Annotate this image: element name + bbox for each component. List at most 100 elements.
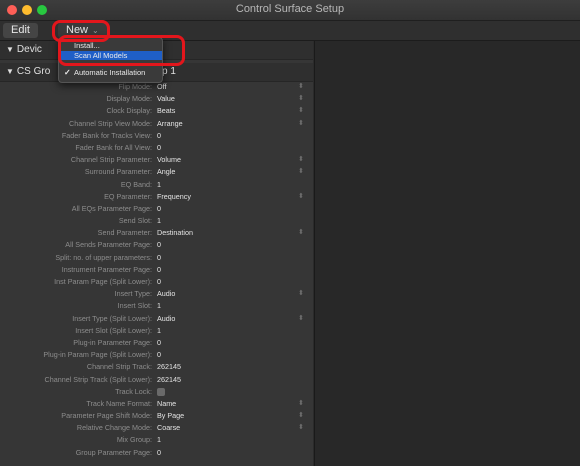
parameter-label: Insert Type:	[114, 289, 152, 299]
parameter-label: Channel Strip Track:	[86, 362, 152, 372]
parameter-label: Display Mode:	[106, 94, 152, 104]
parameter-popup[interactable]: Audio	[157, 313, 175, 325]
disclosure-triangle-icon: ▼	[6, 67, 14, 76]
parameter-value[interactable]: 1	[157, 300, 161, 312]
parameter-row: Plug-in Param Page (Split Lower): 0	[0, 349, 313, 361]
parameter-label: Send Slot:	[118, 216, 152, 226]
checkbox-icon	[157, 387, 165, 396]
parameter-label: EQ Band:	[120, 179, 152, 189]
parameter-popup[interactable]: Coarse	[157, 422, 180, 434]
parameter-row: Insert Type (Split Lower): Audio ⬍	[0, 313, 313, 325]
parameter-value[interactable]: 0	[157, 203, 161, 215]
parameter-value[interactable]: 1	[157, 215, 161, 227]
parameter-label: Track Name Format:	[86, 398, 152, 408]
parameter-label: Split: no. of upper parameters:	[55, 252, 152, 262]
parameter-label: Channel Strip Track (Split Lower):	[44, 374, 152, 384]
parameter-popup[interactable]: Audio	[157, 288, 175, 300]
track-lock-checkbox[interactable]	[157, 386, 165, 398]
parameter-label: Plug-in Parameter Page:	[73, 337, 152, 347]
parameter-row: Channel Strip Track: 262145	[0, 361, 313, 373]
popup-arrows-icon: ⬍	[298, 107, 304, 115]
parameter-label: Plug-in Param Page (Split Lower):	[43, 350, 152, 360]
parameter-popup[interactable]: Beats	[157, 105, 175, 117]
parameter-label: Group Parameter Page:	[75, 447, 152, 457]
parameter-label: Inst Param Page (Split Lower):	[54, 277, 152, 286]
parameter-value[interactable]: 262145	[157, 374, 181, 386]
parameter-label: Parameter Page Shift Mode:	[61, 411, 152, 421]
parameter-row: Group Parameter Page: 0	[0, 447, 313, 459]
parameter-popup[interactable]: Arrange	[157, 118, 183, 130]
parameter-row: Channel Strip Parameter: Volume ⬍	[0, 154, 313, 166]
edit-menu[interactable]: Edit	[3, 23, 38, 38]
parameter-label: All Sends Parameter Page:	[65, 240, 152, 250]
parameter-value[interactable]: 0	[157, 239, 161, 251]
parameter-label: Insert Type (Split Lower):	[72, 313, 152, 323]
parameter-popup[interactable]: By Page	[157, 410, 184, 422]
parameter-row: Plug-in Parameter Page: 0	[0, 337, 313, 349]
parameter-row: Insert Slot: 1	[0, 300, 313, 312]
parameter-value[interactable]: 0	[157, 337, 161, 349]
parameter-label: Insert Slot:	[117, 301, 152, 311]
parameter-row: Instrument Parameter Page: 0	[0, 264, 313, 276]
parameter-label: Surround Parameter:	[84, 167, 152, 177]
parameter-label: Clock Display:	[106, 106, 152, 116]
parameter-label: All EQs Parameter Page:	[71, 203, 152, 213]
parameter-row: EQ Parameter: Frequency ⬍	[0, 191, 313, 203]
parameter-popup[interactable]: Value	[157, 93, 175, 105]
scan-all-models-highlight	[58, 35, 185, 66]
parameter-row: Fader Bank for Tracks View: 0	[0, 130, 313, 142]
parameter-row: Inst Param Page (Split Lower): 0	[0, 276, 313, 288]
parameter-row: Channel Strip View Mode: Arrange ⬍	[0, 118, 313, 130]
popup-arrows-icon: ⬍	[298, 229, 304, 237]
cs-group-section-label: CS Gro	[16, 66, 51, 77]
parameter-value[interactable]: 0	[157, 252, 161, 264]
popup-arrows-icon: ⬍	[298, 424, 304, 432]
parameter-label: Mix Group:	[116, 435, 152, 445]
parameter-row: Track Name Format: Name ⬍	[0, 398, 313, 410]
parameter-label: Channel Strip View Mode:	[69, 118, 152, 128]
parameter-row: EQ Band: 1	[0, 179, 313, 191]
parameter-row: Clock Display: Beats ⬍	[0, 105, 313, 117]
popup-arrows-icon: ⬍	[298, 119, 304, 127]
parameter-popup[interactable]: Angle	[157, 166, 175, 178]
parameter-row: Track Lock:	[0, 386, 313, 398]
parameter-row: Channel Strip Track (Split Lower): 262145	[0, 374, 313, 386]
control-surface-setup-window: Control Surface Setup Edit New ⌄ ▼ Devic ▼…	[0, 0, 580, 466]
parameter-list: Flip Mode: Off ⬍ Display Mode: Value ⬍ Clock D…	[0, 81, 313, 459]
parameter-row: Surround Parameter: Angle ⬍	[0, 166, 313, 178]
parameter-value[interactable]: 1	[157, 325, 161, 337]
parameter-label: Send Parameter:	[97, 228, 152, 238]
parameter-row: Fader Bank for All View: 0	[0, 142, 313, 154]
parameter-popup[interactable]: Name	[157, 398, 176, 410]
parameter-row: Split: no. of upper parameters: 0	[0, 252, 313, 264]
parameter-popup[interactable]: Destination	[157, 227, 193, 239]
parameter-row: Display Mode: Value ⬍	[0, 93, 313, 105]
menu-item-automatic-installation[interactable]: ✓ Automatic Installation	[59, 68, 162, 77]
parameter-value[interactable]: 0	[157, 130, 161, 142]
popup-arrows-icon: ⬍	[298, 412, 304, 420]
popup-arrows-icon: ⬍	[298, 156, 304, 164]
parameter-value[interactable]: 0	[157, 276, 161, 288]
parameter-value[interactable]: 1	[157, 434, 161, 446]
parameter-value[interactable]: 0	[157, 447, 161, 459]
parameter-label: Relative Change Mode:	[76, 423, 152, 433]
parameter-popup[interactable]: Volume	[157, 154, 181, 166]
popup-arrows-icon: ⬍	[298, 95, 304, 103]
parameter-popup[interactable]: Frequency	[157, 191, 191, 203]
parameter-label: EQ Parameter:	[104, 191, 152, 201]
parameter-label: Insert Slot (Split Lower):	[75, 325, 152, 335]
parameter-value[interactable]: 0	[157, 349, 161, 361]
popup-arrows-icon: ⬍	[298, 399, 304, 407]
surface-layout-area	[314, 41, 580, 466]
parameter-row: All Sends Parameter Page: 0	[0, 239, 313, 251]
parameter-label: Track Lock:	[115, 386, 152, 396]
parameter-row: Relative Change Mode: Coarse ⬍	[0, 422, 313, 434]
parameter-value[interactable]: 0	[157, 264, 161, 276]
popup-arrows-icon: ⬍	[298, 314, 304, 322]
parameter-value[interactable]: 262145	[157, 361, 181, 373]
parameter-label: Fader Bank for All View:	[75, 142, 152, 152]
popup-arrows-icon: ⬍	[298, 192, 304, 200]
parameter-value[interactable]: 1	[157, 179, 161, 191]
parameter-value[interactable]: 0	[157, 142, 161, 154]
parameter-row: Send Slot: 1	[0, 215, 313, 227]
